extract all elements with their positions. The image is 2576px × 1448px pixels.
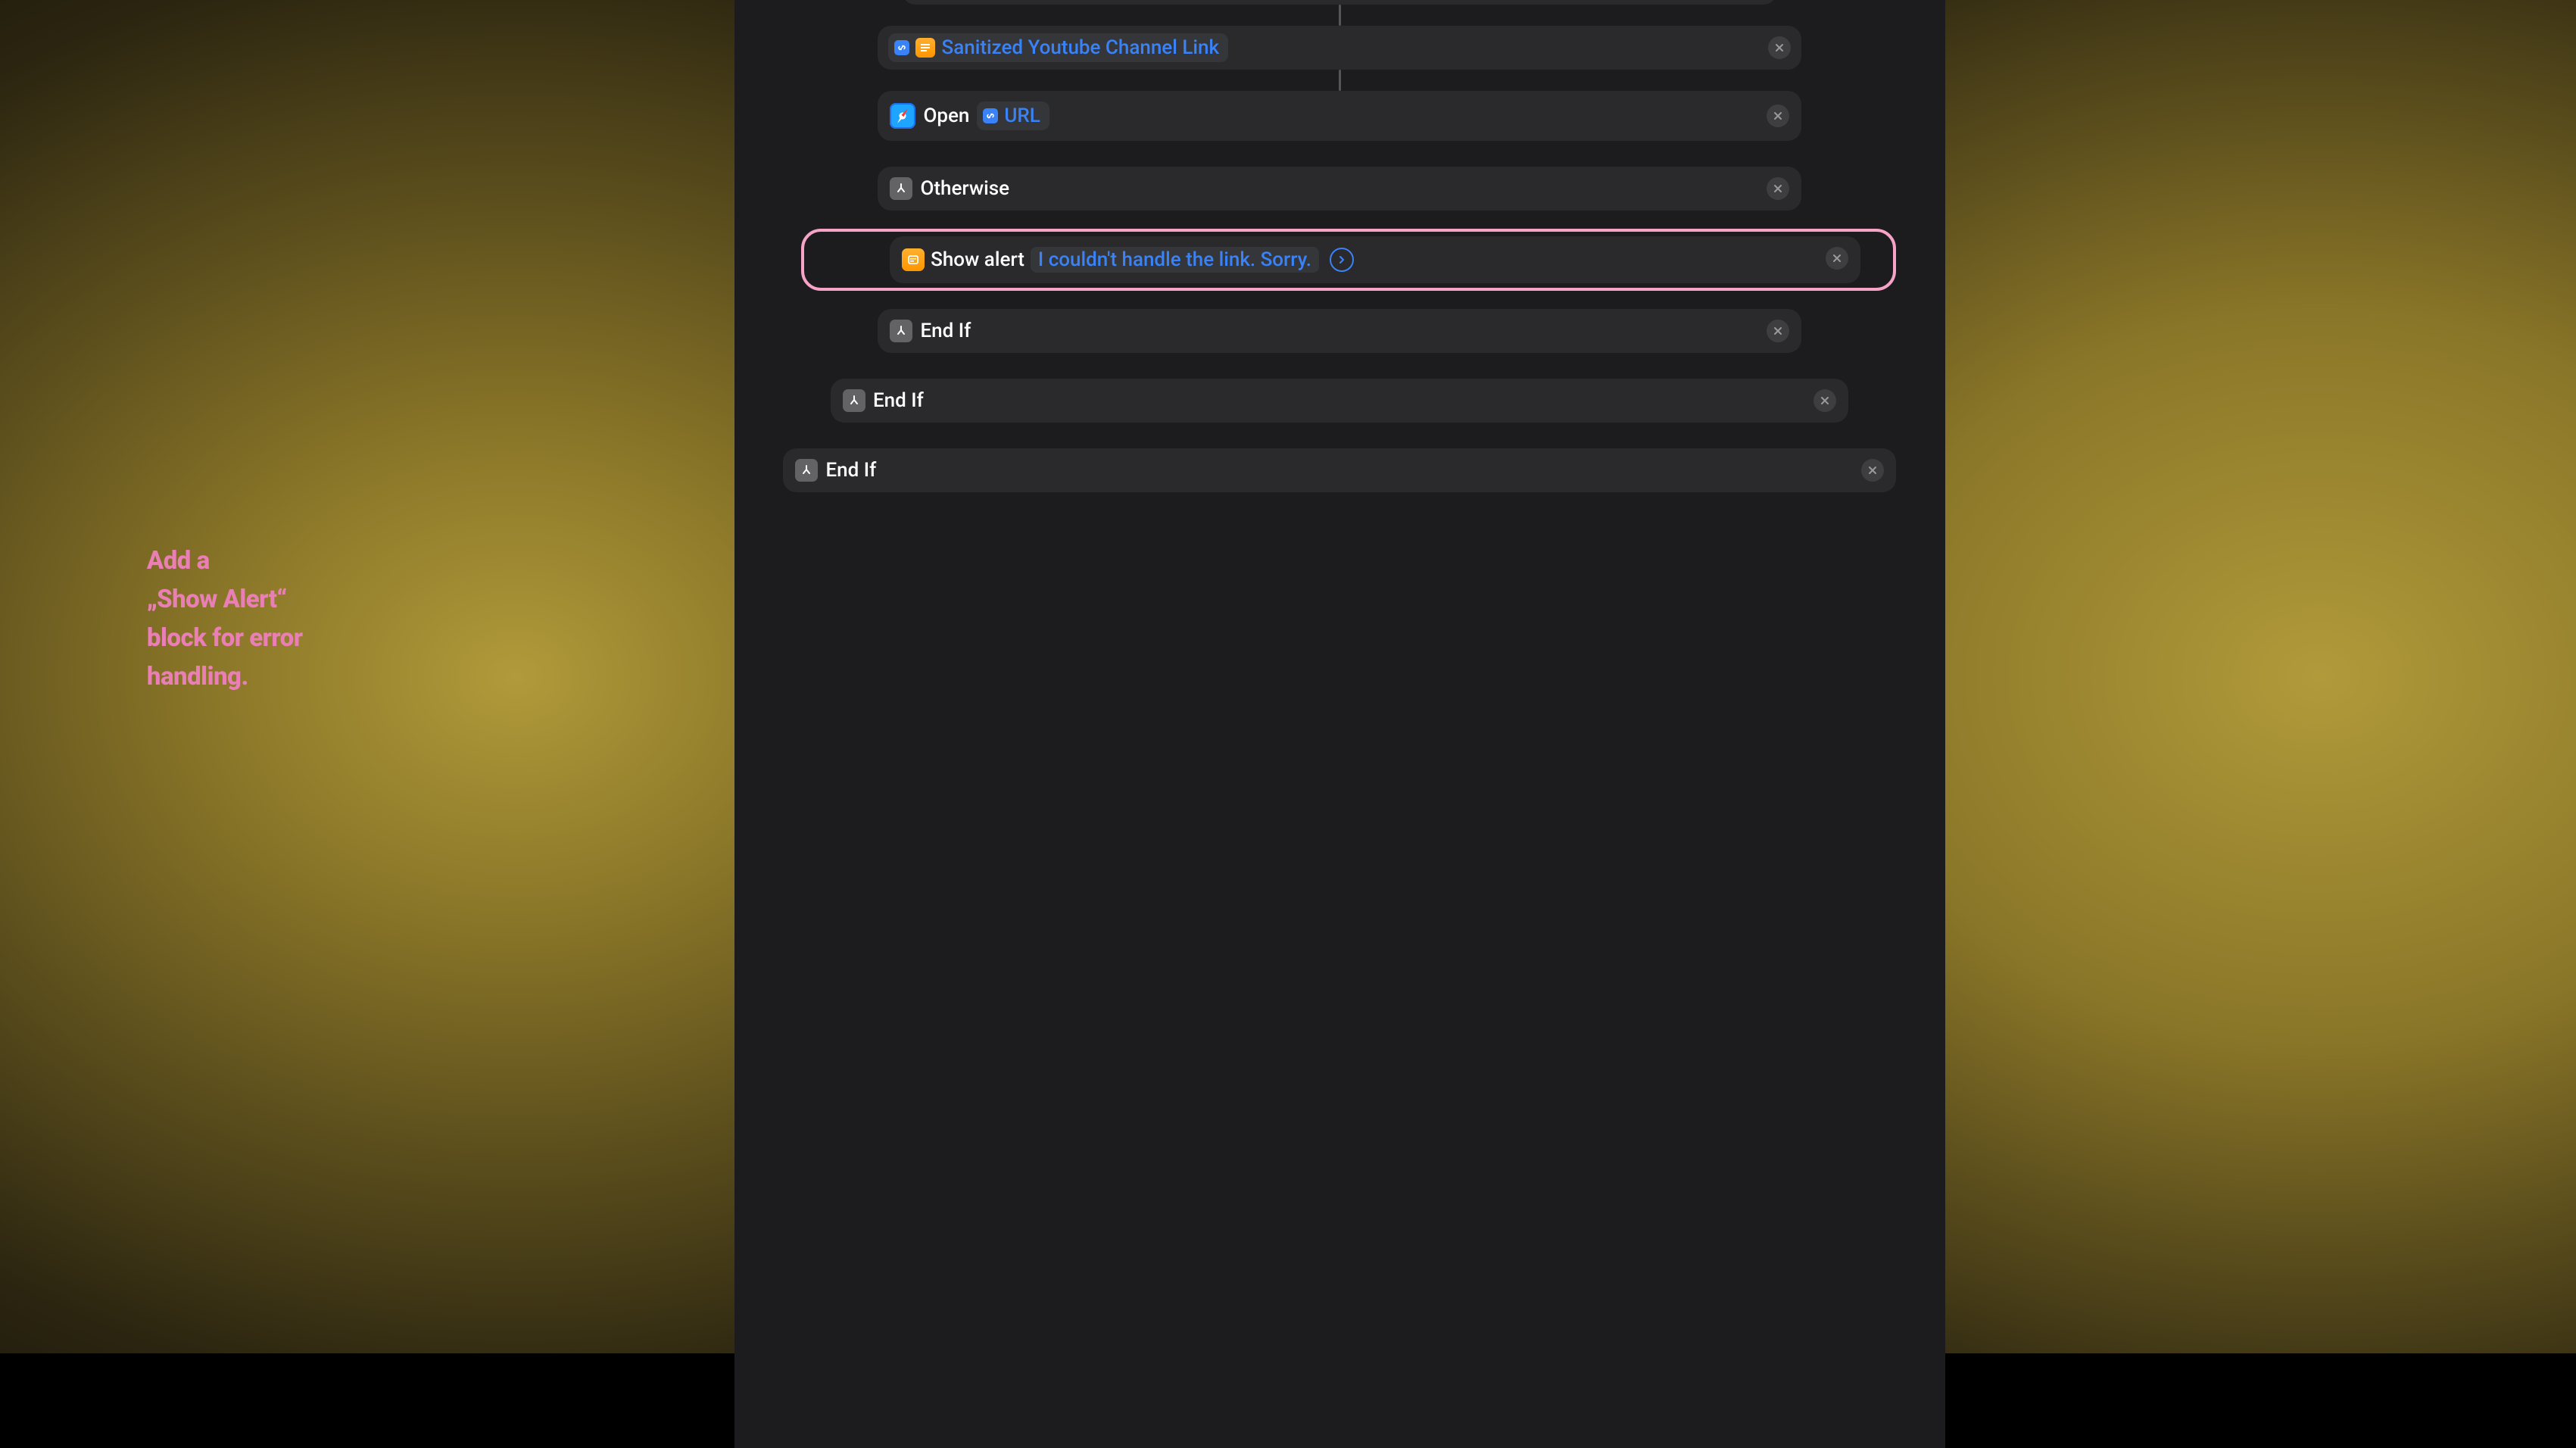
link-icon (983, 108, 998, 123)
delete-block-button[interactable] (1767, 105, 1789, 127)
action-label: End If (825, 459, 876, 482)
end-if-block[interactable]: End If (878, 309, 1801, 353)
tutorial-slide: Add a „Show Alert“ block for error handl… (0, 0, 2576, 1353)
variable-block-sanitized-link[interactable]: Sanitized Youtube Channel Link (878, 26, 1801, 70)
action-label: End If (920, 320, 971, 342)
branch-icon (795, 459, 818, 482)
end-if-block[interactable]: End If (831, 379, 1848, 423)
variable-label: URL (1004, 105, 1040, 127)
replace-text-block[interactable]: Frontend URL c/ in URLs (902, 0, 1778, 5)
delete-block-button[interactable] (1813, 389, 1836, 412)
alert-message[interactable]: I couldn't handle the link. Sorry. (1031, 247, 1319, 273)
flow-connector (1339, 5, 1341, 26)
action-label: End If (873, 389, 924, 412)
link-icon (894, 40, 909, 55)
delete-block-button[interactable] (1768, 36, 1791, 59)
delete-block-button[interactable] (1767, 177, 1789, 200)
action-label: Open (923, 105, 969, 127)
disclosure-icon[interactable] (1330, 248, 1354, 272)
end-if-block[interactable]: End If (783, 448, 1895, 492)
delete-block-button[interactable] (1826, 247, 1848, 270)
shortcuts-editor: Frontend URL c/ in URLs (734, 0, 1945, 1448)
text-icon (915, 38, 935, 58)
annotation-line: handling. (147, 657, 303, 696)
annotation-line: „Show Alert“ (147, 580, 303, 619)
branch-icon (890, 177, 912, 200)
action-label: Show alert (931, 248, 1024, 271)
alert-icon (902, 248, 925, 271)
annotation-text: Add a „Show Alert“ block for error handl… (147, 541, 303, 697)
variable-label: Sanitized Youtube Channel Link (941, 36, 1219, 59)
branch-icon (890, 320, 912, 342)
safari-icon (890, 103, 915, 129)
annotation-line: block for error (147, 619, 303, 657)
branch-icon (843, 389, 865, 412)
annotation-line: Add a (147, 541, 303, 580)
delete-block-button[interactable] (1861, 459, 1884, 482)
flow-connector (1339, 70, 1341, 91)
action-label: Otherwise (920, 177, 1009, 200)
delete-block-button[interactable] (1767, 320, 1789, 342)
open-url-block[interactable]: Open URL (878, 91, 1801, 141)
show-alert-block[interactable]: Show alert I couldn't handle the link. S… (890, 236, 1860, 283)
otherwise-block[interactable]: Otherwise (878, 167, 1801, 211)
